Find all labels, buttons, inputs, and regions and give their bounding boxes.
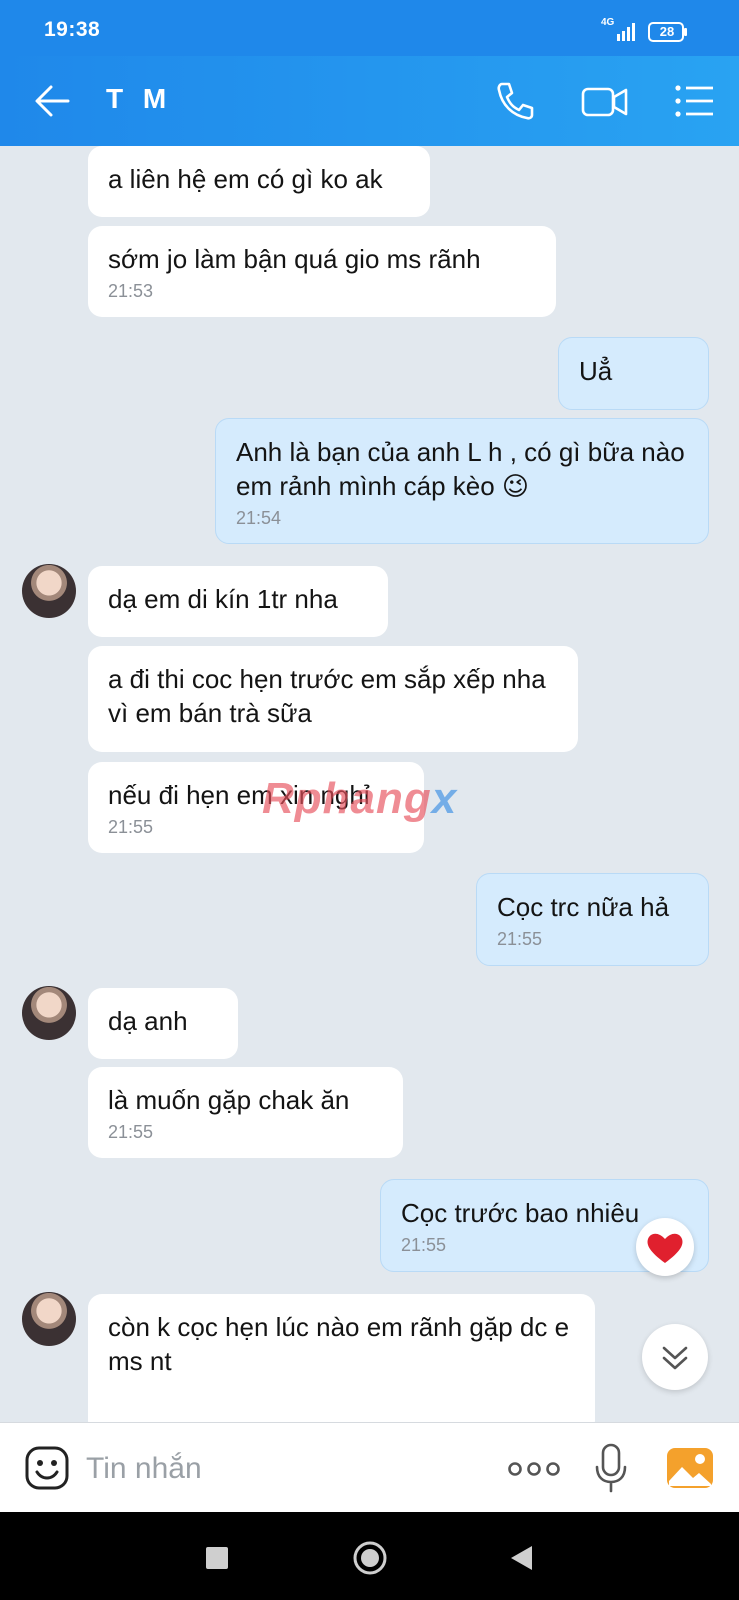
watermark: Rphangx <box>262 774 458 823</box>
message-time: 21:55 <box>108 1122 154 1142</box>
message-bubble[interactable]: Uẳ <box>558 337 709 410</box>
message-bubble[interactable]: sớm jo làm bận quá gio ms rãnh 21:53 <box>88 226 556 317</box>
recents-icon[interactable] <box>206 1547 228 1569</box>
message-input-bar: Tin nhắn <box>0 1422 739 1513</box>
message-text: là muốn gặp chak ăn <box>108 1085 350 1115</box>
message-text: Anh là bạn của anh L h , có gì bữa nào e… <box>236 437 685 501</box>
message-bubble[interactable]: dạ em di kín 1tr nha <box>88 566 388 637</box>
message-bubble[interactable]: a liên hệ em có gì ko ak <box>88 146 430 217</box>
home-icon[interactable] <box>352 1540 388 1576</box>
message-bubble[interactable]: Anh là bạn của anh L h , có gì bữa nào e… <box>215 418 709 544</box>
message-bubble[interactable]: a đi thi coc hẹn trước em sắp xếp nha vì… <box>88 646 578 752</box>
system-nav-bar <box>0 1512 739 1600</box>
message-bubble[interactable]: dạ anh <box>88 988 238 1059</box>
clock: 19:38 <box>44 18 101 41</box>
contact-name[interactable]: T M <box>106 83 172 115</box>
phone-icon[interactable] <box>494 80 536 122</box>
video-camera-icon[interactable] <box>581 84 629 120</box>
message-time: 21:55 <box>497 929 543 949</box>
reaction-button[interactable] <box>636 1218 694 1276</box>
message-text: dạ anh <box>108 1006 188 1036</box>
message-input[interactable]: Tin nhắn <box>86 1449 466 1489</box>
chevron-down-icon <box>662 1346 688 1370</box>
contact-avatar[interactable] <box>22 564 76 618</box>
message-time: 21:53 <box>108 281 154 301</box>
microphone-icon[interactable] <box>594 1443 628 1493</box>
message-bubble[interactable]: còn k cọc hẹn lúc nào em rãnh gặp dc e m… <box>88 1294 595 1422</box>
message-text: Uẳ <box>579 356 613 386</box>
message-text: còn k cọc hẹn lúc nào em rãnh gặp dc e m… <box>108 1312 570 1376</box>
message-text: Cọc trước bao nhiêu <box>401 1198 640 1228</box>
battery-level: 28 <box>659 24 675 39</box>
message-text: Cọc trc nữa hả <box>497 892 670 922</box>
scroll-down-button[interactable] <box>642 1324 708 1390</box>
back-icon[interactable] <box>508 1544 534 1572</box>
emoji-icon[interactable] <box>24 1445 70 1491</box>
image-icon[interactable] <box>666 1447 714 1489</box>
more-dots-icon[interactable] <box>508 1459 560 1479</box>
message-text: dạ em di kín 1tr nha <box>108 584 338 614</box>
list-menu-icon[interactable] <box>675 84 715 118</box>
back-arrow-icon[interactable] <box>34 84 70 118</box>
message-bubble[interactable]: là muốn gặp chak ăn 21:55 <box>88 1067 403 1158</box>
message-time: 21:54 <box>236 508 282 528</box>
network-type: 4G <box>601 17 615 28</box>
heart-icon <box>647 1233 683 1263</box>
message-text: a liên hệ em có gì ko ak <box>108 164 383 194</box>
message-text: sớm jo làm bận quá gio ms rãnh <box>108 244 481 274</box>
chat-header: T M <box>0 56 739 146</box>
message-bubble[interactable]: Cọc trc nữa hả 21:55 <box>476 873 709 966</box>
signal-icon <box>617 23 635 41</box>
contact-avatar[interactable] <box>22 986 76 1040</box>
status-bar: 19:38 4G 28 <box>0 0 739 56</box>
message-text: a đi thi coc hẹn trước em sắp xếp nha vì… <box>108 664 546 728</box>
contact-avatar[interactable] <box>22 1292 76 1346</box>
